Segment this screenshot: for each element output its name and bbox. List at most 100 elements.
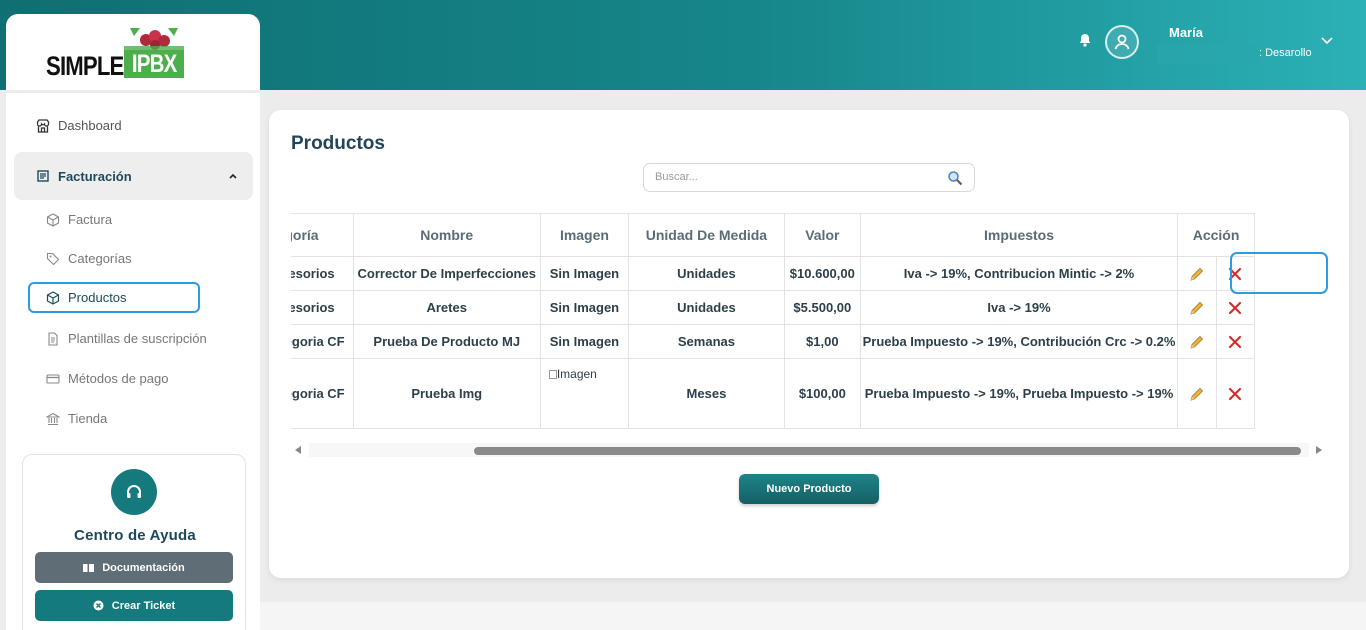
table-header-row: Categoría Nombre Imagen Unidad De Medida…: [291, 213, 1255, 257]
action-highlight-box: [1230, 252, 1328, 294]
column-header-nombre[interactable]: Nombre: [352, 213, 541, 257]
cell-nombre: Corrector De Imperfecciones: [352, 256, 541, 291]
image-alt-text: Imagen: [556, 367, 597, 381]
cell-categoria: Categoria CF: [291, 324, 354, 359]
products-card: Productos Categoría Nombre Imagen Unidad…: [269, 110, 1349, 578]
cell-valor: $100,00: [783, 358, 861, 429]
cell-categoria: Accesorios: [291, 290, 354, 325]
cell-imagen: Sin Imagen: [539, 290, 630, 325]
column-header-unidad[interactable]: Unidad De Medida: [628, 213, 785, 257]
sidebar-item-label: Facturación: [58, 168, 132, 184]
delete-button[interactable]: [1215, 358, 1256, 429]
close-icon: [1229, 301, 1242, 314]
table-row: Accesorios Aretes Sin Imagen Unidades $5…: [291, 290, 1256, 325]
cell-nombre: Prueba De Producto MJ: [352, 324, 541, 359]
cell-impuestos: Prueba Impuesto -> 19%, Prueba Impuesto …: [859, 358, 1179, 429]
scroll-right-arrow-icon[interactable]: [1316, 446, 1322, 454]
sidebar-item-label: Métodos de pago: [68, 371, 169, 386]
search-icon[interactable]: [947, 170, 963, 186]
sidebar-item-label: Plantillas de suscripción: [68, 331, 207, 346]
sidebar-item-plantillas[interactable]: Plantillas de suscripción: [46, 331, 207, 346]
raspberry-logo-icon: [124, 28, 184, 52]
sidebar-item-label: Factura: [68, 212, 113, 227]
sidebar-item-label: Tienda: [68, 411, 108, 426]
footer-strip: [260, 602, 1366, 630]
sidebar-item-categorias[interactable]: Categorías: [46, 251, 132, 266]
edit-button[interactable]: [1177, 256, 1217, 291]
sidebar-item-tienda[interactable]: Tienda: [46, 411, 107, 426]
sidebar-item-facturacion[interactable]: Facturación: [14, 152, 253, 200]
avatar[interactable]: [1105, 25, 1139, 59]
delete-button[interactable]: [1215, 290, 1256, 325]
products-table-wrapper: Categoría Nombre Imagen Unidad De Medida…: [291, 213, 1327, 429]
cell-categoria: Accesorios: [291, 256, 354, 291]
bell-icon[interactable]: [1077, 32, 1093, 48]
sidebar-item-factura[interactable]: Factura: [46, 212, 112, 227]
pencil-icon: [1190, 335, 1203, 349]
book-icon: [83, 563, 95, 572]
search-box: [643, 163, 975, 192]
cell-impuestos: Iva -> 19%: [859, 290, 1179, 325]
column-header-impuestos[interactable]: Impuestos: [859, 213, 1179, 257]
cell-valor: $1,00: [783, 324, 861, 359]
cell-unidad: Unidades: [628, 256, 785, 291]
column-header-valor[interactable]: Valor: [783, 213, 861, 257]
create-ticket-button[interactable]: Crear Ticket: [35, 590, 233, 621]
cell-valor: $5.500,00: [783, 290, 861, 325]
table-row: Accesorios Corrector De Imperfecciones S…: [291, 256, 1256, 291]
cell-categoria: Categoria CF: [291, 358, 354, 429]
user-role: : Desarollo: [1259, 47, 1312, 59]
user-role-mask: [1157, 44, 1257, 64]
column-header-imagen[interactable]: Imagen: [539, 213, 630, 257]
logo-text: SIMPLE: [46, 51, 124, 81]
sidebar-divider: [6, 90, 260, 93]
chevron-up-icon: [229, 173, 237, 179]
pencil-icon: [1190, 267, 1203, 281]
column-header-categoria[interactable]: Categoría: [291, 213, 354, 257]
store-icon: [36, 118, 50, 133]
logo-badge: IPBX: [124, 50, 184, 78]
edit-button[interactable]: [1177, 324, 1217, 359]
scroll-left-arrow-icon[interactable]: [295, 446, 301, 454]
pencil-icon: [1190, 301, 1203, 315]
user-icon: [1114, 34, 1130, 50]
column-header-accion: Acción: [1177, 213, 1255, 257]
edit-button[interactable]: [1177, 290, 1217, 325]
cell-nombre: Aretes: [352, 290, 541, 325]
cell-unidad: Unidades: [628, 290, 785, 325]
new-product-button[interactable]: Nuevo Producto: [739, 474, 879, 504]
sidebar-item-metodos-pago[interactable]: Métodos de pago: [46, 371, 168, 386]
ticket-icon: [93, 600, 104, 611]
broken-image-icon: [548, 370, 557, 379]
box-icon: [46, 212, 60, 227]
help-center-card: Centro de Ayuda Documentación Crear Tick…: [22, 454, 246, 630]
close-icon: [1229, 387, 1242, 400]
search-input[interactable]: [655, 164, 935, 190]
cell-impuestos: Iva -> 19%, Contribucion Mintic -> 2%: [859, 256, 1179, 291]
edit-button[interactable]: [1177, 358, 1217, 429]
create-ticket-label: Crear Ticket: [111, 599, 176, 612]
table-row: Categoria CF Prueba De Producto MJ Sin I…: [291, 324, 1256, 359]
bank-icon: [46, 412, 60, 425]
pencil-icon: [1190, 387, 1203, 401]
cell-imagen: Imagen: [539, 358, 630, 429]
sidebar-item-label: Productos: [68, 290, 127, 305]
cell-unidad: Semanas: [628, 324, 785, 359]
tag-icon: [46, 252, 60, 265]
headset-icon: [111, 469, 157, 515]
cell-valor: $10.600,00: [783, 256, 861, 291]
close-icon: [1229, 335, 1242, 348]
delete-button[interactable]: [1215, 324, 1256, 359]
sidebar-item-label: Dashboard: [58, 118, 122, 133]
chevron-down-icon[interactable]: [1320, 33, 1334, 47]
scrollbar-thumb[interactable]: [474, 447, 1301, 455]
documentation-button[interactable]: Documentación: [35, 552, 233, 583]
products-table: Categoría Nombre Imagen Unidad De Medida…: [291, 213, 1256, 429]
cell-imagen: Sin Imagen: [539, 324, 630, 359]
sidebar-item-productos[interactable]: Productos: [28, 282, 200, 313]
help-center-title: Centro de Ayuda: [74, 527, 196, 544]
user-name: María: [1169, 25, 1203, 40]
document-icon: [48, 331, 58, 346]
sidebar-item-dashboard[interactable]: Dashboard: [36, 118, 122, 133]
cell-imagen: Sin Imagen: [539, 256, 630, 291]
